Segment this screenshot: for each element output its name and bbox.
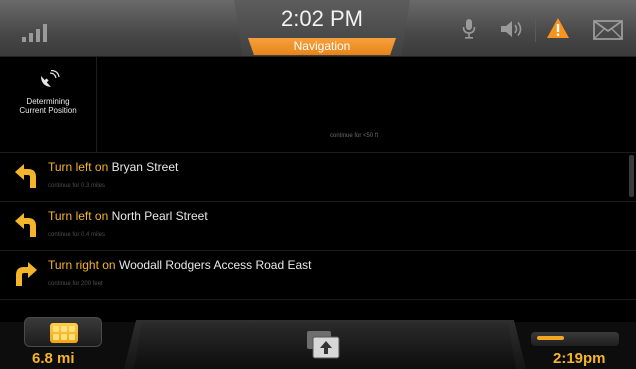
warning-icon[interactable] [546,17,570,39]
turn-distance: continue for 200 feet [48,281,103,287]
turn-left-arrow-icon [15,213,36,237]
grid-menu-icon [50,323,78,343]
clock-time: 2:02 PM [281,6,363,31]
trip-progress-fill [537,336,564,340]
turn-distance: continue for 0.4 miles [48,232,106,238]
turn-verb: Turn right [48,258,99,272]
signal-bars-icon [22,22,48,42]
turn-instruction: Turn left on Bryan Street [48,160,178,174]
turn-distance: continue for 0.3 miles [48,183,106,189]
street-name: Bryan Street [111,160,179,174]
status-line-1: Determining [26,97,70,106]
position-status-text: Determining Current Position [0,97,96,115]
menu-button[interactable] [24,317,102,347]
status-line-2: Current Position [19,106,77,115]
navigation-tab[interactable]: Navigation [248,38,396,55]
arrival-time: 2:19pm [553,350,606,367]
trip-progress-bar [531,332,619,346]
street-name: North Pearl Street [111,209,208,223]
turn-verb: Turn left [48,209,92,223]
turn-connector: on [94,209,109,223]
turn-list[interactable]: Turn left on Bryan Street continue for 0… [0,152,636,300]
remaining-distance: 6.8 mi [32,350,75,367]
turn-instruction: Turn right on Woodall Rodgers Access Roa… [48,258,312,272]
satellite-dish-icon [41,70,60,87]
turn-row[interactable]: Turn left on Bryan Street continue for 0… [0,152,636,201]
expand-up-icon[interactable] [306,330,340,360]
list-scrollbar[interactable] [629,155,634,197]
clock-tab: 2:02 PM Navigation [234,0,410,57]
status-bar: 2:02 PM Navigation [0,0,636,57]
turn-connector: on [94,160,109,174]
microphone-icon[interactable] [462,18,476,40]
turn-verb: Turn left [48,160,92,174]
speaker-icon[interactable] [500,20,526,38]
divider [535,16,536,42]
upcoming-hint: continue for <50 ft [330,133,379,139]
bottom-bar: 6.8 mi 2:19pm [0,315,636,369]
turn-right-arrow-icon [16,262,37,286]
street-name: Woodall Rodgers Access Road East [118,258,312,272]
turn-left-arrow-icon [15,164,36,188]
turn-connector: on [102,258,116,272]
envelope-icon[interactable] [593,20,623,40]
position-status: Determining Current Position [0,57,97,152]
turn-row[interactable]: Turn right on Woodall Rodgers Access Roa… [0,250,636,300]
turn-instruction: Turn left on North Pearl Street [48,209,208,223]
turn-row[interactable]: Turn left on North Pearl Street continue… [0,201,636,250]
